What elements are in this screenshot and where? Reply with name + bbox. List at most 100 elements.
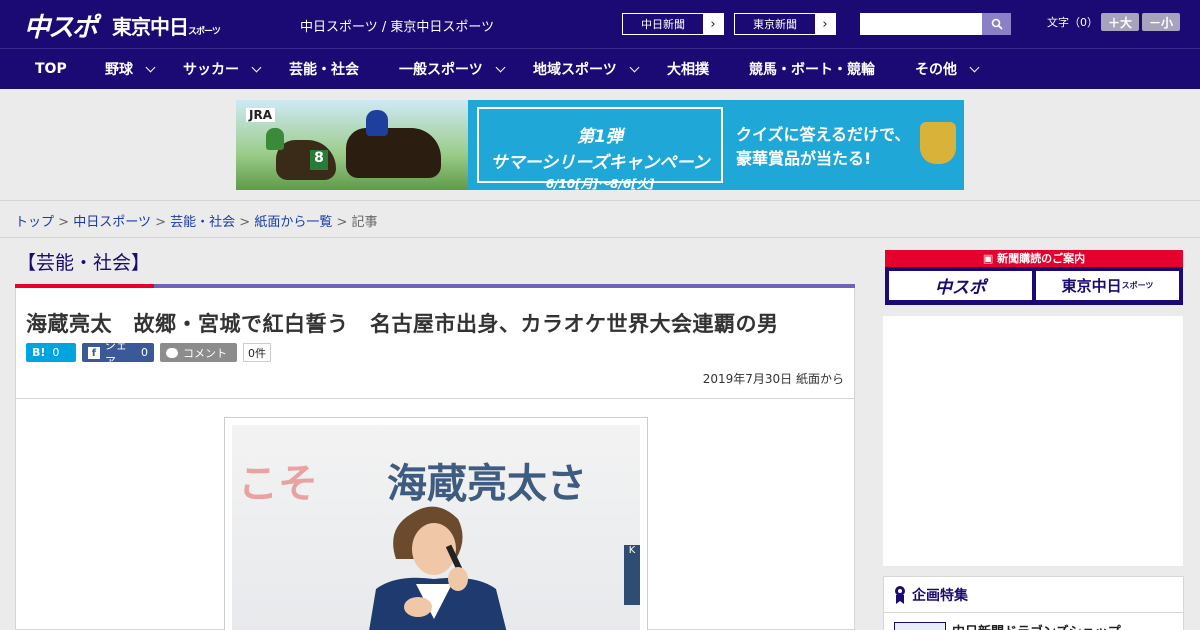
search-icon bbox=[991, 18, 1003, 30]
article-title: 海蔵亮太 故郷・宮城で紅白誓う 名古屋市出身、カラオケ世界大会連覇の男 bbox=[26, 312, 779, 336]
comment-button[interactable]: コメント bbox=[160, 343, 237, 362]
site-name[interactable]: 中日スポーツ / 東京中日スポーツ bbox=[300, 16, 494, 35]
feature-panel: 企画特集 中日新聞ドラゴンズショップ bbox=[883, 576, 1184, 630]
nav-label: サッカー bbox=[183, 62, 239, 78]
nav-item-general-sports[interactable]: 一般スポーツ bbox=[399, 49, 506, 89]
tokyo-chunichi-subscribe-button[interactable]: 東京中日 スポーツ bbox=[1036, 271, 1179, 300]
jockey-shape bbox=[266, 128, 284, 150]
site-header: 中スポ 東京中日スポーツ 中日スポーツ / 東京中日スポーツ 中日新聞 › 東京… bbox=[0, 0, 1200, 48]
breadcrumb-link-paper-list[interactable]: 紙面から一覧 bbox=[254, 215, 332, 230]
font-larger-button[interactable]: ＋大 bbox=[1101, 13, 1139, 31]
chevron-down-icon bbox=[251, 62, 262, 72]
ribbon-icon bbox=[895, 585, 905, 604]
photo-image: こそ 海蔵亮太さ K bbox=[232, 425, 640, 630]
breadcrumb-separator: > bbox=[239, 215, 251, 230]
search-button[interactable] bbox=[982, 13, 1011, 35]
article-card: 海蔵亮太 故郷・宮城で紅白誓う 名古屋市出身、カラオケ世界大会連覇の男 B! 0… bbox=[15, 288, 855, 630]
hatena-icon: B! bbox=[32, 346, 46, 359]
quiz-line1: クイズに答えるだけで、 bbox=[736, 125, 911, 144]
breadcrumb-separator: > bbox=[58, 215, 70, 230]
tokyo-chunichi-logo[interactable]: 東京中日スポーツ bbox=[112, 11, 221, 40]
nav-item-racing[interactable]: 競馬・ボート・競輪 bbox=[749, 49, 875, 89]
facebook-share-label: シェア bbox=[104, 338, 127, 368]
facebook-count: 0 bbox=[141, 346, 148, 359]
font-size-label: 文字（0） bbox=[1047, 16, 1098, 29]
subscription-buttons: 中スポ 東京中日 スポーツ bbox=[885, 267, 1183, 305]
horse-racing-image: JRA 8 bbox=[236, 100, 468, 190]
tokyo-subscribe-small: スポーツ bbox=[1121, 281, 1154, 290]
ticket-icon: ▣ bbox=[982, 252, 998, 265]
category-heading: 【芸能・社会】 bbox=[17, 252, 151, 274]
nav-label: 野球 bbox=[105, 62, 133, 78]
chevron-down-icon bbox=[629, 62, 640, 72]
divider bbox=[16, 398, 854, 399]
sidebar-ad[interactable] bbox=[883, 316, 1183, 566]
facebook-share-button[interactable]: f シェア 0 bbox=[82, 339, 154, 368]
chevron-down-icon bbox=[969, 62, 980, 72]
nav-item-baseball[interactable]: 野球 bbox=[105, 49, 156, 89]
subscription-header: ▣ 新聞購読のご案内 bbox=[885, 250, 1183, 267]
tokyo-shimbun-button[interactable]: 東京新聞 › bbox=[734, 13, 836, 35]
feature-header: 企画特集 bbox=[884, 577, 1183, 613]
facebook-icon: f bbox=[88, 346, 100, 359]
chevron-right-icon: › bbox=[815, 14, 835, 34]
chuspo-subscribe-button[interactable]: 中スポ bbox=[889, 271, 1032, 300]
tokyo-logo-text: 東京中日 bbox=[112, 15, 189, 39]
breadcrumb-separator: > bbox=[155, 215, 166, 230]
chunichi-shimbun-button[interactable]: 中日新聞 › bbox=[622, 13, 724, 35]
chevron-down-icon bbox=[495, 62, 506, 72]
article-photo[interactable]: こそ 海蔵亮太さ K bbox=[224, 417, 648, 630]
campaign-title-line2: サマーシリーズキャンペーン bbox=[490, 153, 710, 173]
breadcrumb-separator: > bbox=[336, 215, 348, 230]
feature-thumbnail[interactable] bbox=[894, 622, 946, 630]
nav-label: 一般スポーツ bbox=[399, 62, 483, 78]
comment-icon bbox=[166, 347, 178, 358]
nav-item-soccer[interactable]: サッカー bbox=[183, 49, 262, 89]
nav-label: TOP bbox=[35, 61, 67, 77]
hatena-count: 0 bbox=[52, 346, 60, 359]
chevron-down-icon bbox=[145, 62, 156, 72]
comment-count: 0件 bbox=[243, 343, 271, 362]
campaign-title-line1: 第1弾 bbox=[577, 127, 623, 147]
main-nav: TOP 野球 サッカー 芸能・社会 一般スポーツ 地域スポーツ 大相撲 競馬・ボ… bbox=[0, 48, 1200, 89]
campaign-quiz-text: クイズに答えるだけで、 豪華賞品が当たる! bbox=[736, 123, 910, 171]
hatena-bookmark-button[interactable]: B! 0 bbox=[26, 343, 76, 362]
quiz-line2: 豪華賞品が当たる! bbox=[736, 149, 872, 168]
search-input[interactable] bbox=[860, 13, 982, 35]
jra-ad-banner[interactable]: JRA 8 第1弾 サマーシリーズキャンペーン 6/10[月]～8/6[火] ク… bbox=[236, 100, 964, 190]
chunichi-shimbun-label: 中日新聞 bbox=[641, 18, 685, 31]
breadcrumb-link-chunichi-sports[interactable]: 中日スポーツ bbox=[73, 215, 151, 230]
feature-title: 企画特集 bbox=[912, 587, 968, 604]
jockey-shape bbox=[366, 110, 388, 136]
tokyo-shimbun-label: 東京新聞 bbox=[753, 18, 797, 31]
campaign-title-box: 第1弾 サマーシリーズキャンペーン 6/10[月]～8/6[火] bbox=[477, 107, 723, 190]
nav-item-regional-sports[interactable]: 地域スポーツ bbox=[533, 49, 640, 89]
photo-sign-text-left: こそ bbox=[238, 461, 318, 507]
trophy-icon bbox=[920, 122, 956, 164]
chuspo-logo[interactable]: 中スポ bbox=[24, 7, 98, 44]
nav-label: 大相撲 bbox=[667, 62, 709, 78]
feature-item-link[interactable]: 中日新聞ドラゴンズショップ bbox=[952, 621, 1121, 630]
horse-number: 8 bbox=[310, 150, 328, 170]
campaign-dates: 6/10[月]～8/6[火] bbox=[545, 177, 655, 190]
breadcrumb-link-top[interactable]: トップ bbox=[15, 215, 54, 230]
nav-label: 競馬・ボート・競輪 bbox=[749, 62, 875, 78]
singer-figure bbox=[369, 506, 507, 630]
font-smaller-button[interactable]: －小 bbox=[1142, 13, 1180, 31]
tokyo-subscribe-label: 東京中日 bbox=[1061, 277, 1122, 295]
horse-shape bbox=[346, 128, 441, 178]
nav-label: その他 bbox=[915, 62, 957, 78]
article-date: 2019年7月30日 紙面から bbox=[702, 372, 844, 386]
comment-label: コメント bbox=[183, 346, 227, 360]
nav-label: 地域スポーツ bbox=[533, 62, 617, 78]
nav-item-entertainment[interactable]: 芸能・社会 bbox=[289, 49, 359, 89]
subscription-header-label: 新聞購読のご案内 bbox=[997, 252, 1086, 265]
nav-label: 芸能・社会 bbox=[289, 62, 359, 78]
chevron-right-icon: › bbox=[703, 14, 723, 34]
nav-item-top[interactable]: TOP bbox=[35, 49, 67, 89]
nav-item-other[interactable]: その他 bbox=[915, 49, 980, 89]
photo-sign-small: K bbox=[624, 545, 640, 605]
nav-item-sumo[interactable]: 大相撲 bbox=[667, 49, 709, 89]
breadcrumb-link-entertainment[interactable]: 芸能・社会 bbox=[170, 215, 235, 230]
jra-logo: JRA bbox=[246, 108, 275, 122]
